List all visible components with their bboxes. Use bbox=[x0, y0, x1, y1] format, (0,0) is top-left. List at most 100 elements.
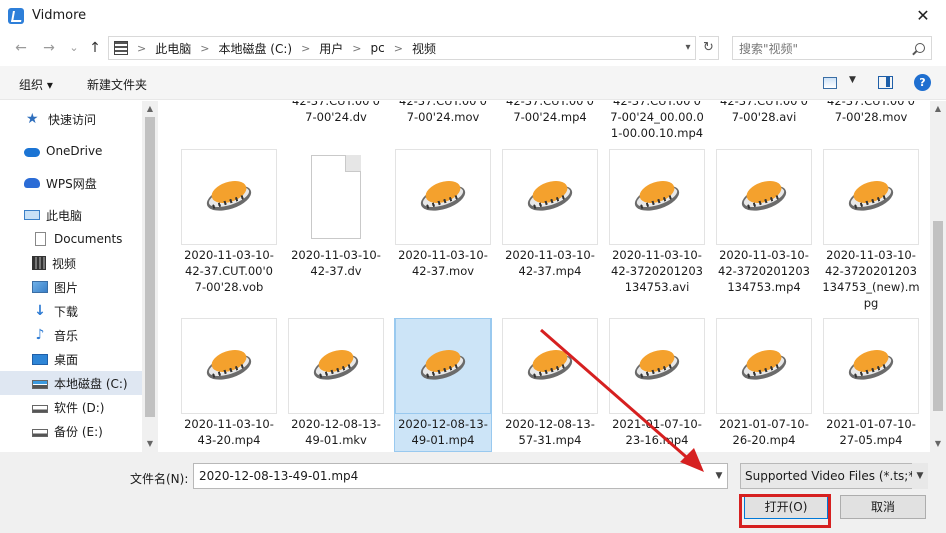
scroll-down-arrow-icon[interactable]: ▼ bbox=[142, 436, 158, 452]
file-item[interactable]: 2020-11-03-10- 42-3720201203 134753.mp4 bbox=[715, 149, 813, 300]
up-arrow-icon[interactable]: ↑ bbox=[86, 39, 104, 57]
file-name-label: 2020-11-03-10- 43-20.mp4 bbox=[184, 417, 274, 447]
new-folder-button[interactable]: 新建文件夹 bbox=[87, 76, 147, 93]
file-item[interactable]: 2020-11-03-10- 42-37.CUT.00'0 7-00'28.vo… bbox=[180, 149, 278, 300]
search-input[interactable]: 搜索"视频" bbox=[732, 36, 932, 60]
file-thumbnail bbox=[502, 149, 598, 245]
file-thumbnail bbox=[609, 149, 705, 245]
file-item[interactable]: 2020-12-08-13- 49-01.mkv bbox=[287, 318, 385, 452]
cancel-button[interactable]: 取消 bbox=[840, 495, 926, 519]
forward-arrow-icon[interactable]: → bbox=[40, 39, 58, 57]
scroll-up-arrow-icon[interactable]: ▲ bbox=[142, 101, 158, 117]
file-item[interactable]: 42-37.CUT.00'0 7-00'24.mp4 bbox=[501, 101, 599, 146]
organize-button[interactable]: 组织 ▾ bbox=[19, 76, 53, 93]
file-item[interactable]: 2020-11-03-10- 42-37.mp4 bbox=[501, 149, 599, 300]
sidebar-item-local-disk-c[interactable]: 本地磁盘 (C:) bbox=[0, 371, 142, 395]
file-thumbnail bbox=[823, 318, 919, 414]
sidebar-item-wps[interactable]: WPS网盘 bbox=[0, 171, 142, 195]
file-item[interactable]: 42-37.CUT.00'0 7-00'28.avi bbox=[715, 101, 813, 146]
sidebar-item-quick-access[interactable]: ★ 快速访问 bbox=[0, 107, 142, 131]
sidebar-item-label: OneDrive bbox=[46, 144, 103, 158]
file-thumbnail bbox=[823, 149, 919, 245]
file-name-label: 2020-11-03-10- 42-37.mov bbox=[398, 248, 488, 278]
file-name-label: 2020-11-03-10- 42-3720201203 134753_(new… bbox=[822, 248, 920, 310]
file-name-label: 42-37.CUT.00'0 7-00'28.avi bbox=[720, 101, 808, 124]
video-file-icon bbox=[631, 345, 683, 385]
desktop-icon bbox=[32, 353, 48, 365]
music-note-icon: ♪ bbox=[35, 327, 45, 343]
recent-locations-icon[interactable]: ⌄ bbox=[65, 39, 83, 57]
file-item[interactable]: 2020-11-03-10- 42-37.mov bbox=[394, 149, 492, 300]
sidebar-item-this-pc[interactable]: 此电脑 bbox=[0, 203, 142, 227]
breadcrumb-users[interactable]: 用户 bbox=[319, 40, 343, 57]
breadcrumb-separator: > bbox=[137, 41, 147, 55]
close-button[interactable]: ✕ bbox=[900, 0, 946, 31]
breadcrumb-videos[interactable]: 视频 bbox=[412, 40, 436, 57]
file-item[interactable]: 42-37.CUT.00'0 7-00'24.dv bbox=[287, 101, 385, 146]
view-dropdown-icon[interactable]: ▼ bbox=[849, 75, 856, 85]
file-item[interactable]: 42-37.CUT.00'0 7-00'28.mov bbox=[822, 101, 920, 146]
file-item[interactable]: 2020-11-03-10- 42-3720201203 134753_(new… bbox=[822, 149, 920, 310]
sidebar-item-documents[interactable]: Documents bbox=[0, 227, 142, 251]
document-icon bbox=[35, 232, 46, 246]
file-item[interactable]: 2020-11-03-10- 42-3720201203 134753.avi bbox=[608, 149, 706, 300]
scroll-up-arrow-icon[interactable]: ▲ bbox=[930, 101, 946, 117]
video-file-icon bbox=[417, 176, 469, 216]
film-icon bbox=[32, 256, 46, 270]
address-dropdown-icon[interactable]: ▾ bbox=[680, 36, 696, 60]
file-name-label: 2021-01-07-10- 27-05.mp4 bbox=[826, 417, 916, 447]
video-file-icon bbox=[203, 176, 255, 216]
file-name-label: 42-37.CUT.00'0 7-00'28.mov bbox=[827, 101, 915, 124]
file-item[interactable]: 2020-12-08-13- 49-01.mp4 bbox=[394, 318, 492, 452]
refresh-icon[interactable]: ↻ bbox=[699, 36, 719, 60]
sidebar-item-label: WPS网盘 bbox=[46, 176, 97, 191]
file-name-label: 2021-01-07-10- 26-20.mp4 bbox=[719, 417, 809, 447]
back-arrow-icon[interactable]: ← bbox=[12, 39, 30, 57]
file-item[interactable]: 2021-01-07-10- 23-16.mp4 bbox=[608, 318, 706, 452]
sidebar-scrollbar[interactable]: ▲ ▼ bbox=[142, 101, 158, 452]
sidebar-item-label: 备份 (E:) bbox=[54, 424, 103, 439]
sidebar-item-music[interactable]: ♪ 音乐 bbox=[0, 323, 142, 347]
breadcrumb-local-disk[interactable]: 本地磁盘 (C:) bbox=[218, 40, 292, 57]
preview-pane-icon[interactable] bbox=[878, 76, 893, 89]
filename-dropdown-icon[interactable]: ▼ bbox=[711, 463, 727, 489]
video-file-icon bbox=[524, 345, 576, 385]
file-item[interactable]: 42-37.CUT.00'0 7-00'24.mov bbox=[394, 101, 492, 146]
file-item[interactable]: 42-37.CUT.00'0 7-00'24_00.00.0 1-00.00.1… bbox=[608, 101, 706, 146]
breadcrumb-pc[interactable]: pc bbox=[371, 41, 385, 55]
file-item[interactable]: 2020-11-03-10- 42-37.dv bbox=[287, 149, 385, 300]
sidebar-item-label: 此电脑 bbox=[46, 208, 83, 223]
breadcrumb-this-pc[interactable]: 此电脑 bbox=[155, 40, 191, 57]
sidebar-item-videos[interactable]: 视频 bbox=[0, 251, 142, 275]
file-name-label: 2021-01-07-10- 23-16.mp4 bbox=[612, 417, 702, 447]
file-item[interactable]: 2020-12-08-13- 57-31.mp4 bbox=[501, 318, 599, 452]
file-list-scrollbar[interactable]: ▲ ▼ bbox=[930, 101, 946, 452]
video-file-icon bbox=[845, 176, 897, 216]
video-folder-icon bbox=[114, 41, 128, 55]
sidebar-item-downloads[interactable]: ↓ 下载 bbox=[0, 299, 142, 323]
download-icon: ↓ bbox=[34, 303, 46, 319]
video-file-icon bbox=[417, 345, 469, 385]
sidebar-item-onedrive[interactable]: OneDrive bbox=[0, 139, 142, 163]
sidebar-item-pictures[interactable]: 图片 bbox=[0, 275, 142, 299]
sidebar-item-drive-d[interactable]: 软件 (D:) bbox=[0, 395, 142, 419]
blank-file-icon bbox=[311, 155, 361, 239]
file-name-label: 2020-12-08-13- 49-01.mkv bbox=[291, 417, 381, 447]
address-bar[interactable]: > 此电脑 > 本地磁盘 (C:) > 用户 > pc > 视频 bbox=[108, 36, 696, 60]
video-file-icon bbox=[310, 345, 362, 385]
file-type-dropdown-icon[interactable]: ▼ bbox=[912, 463, 928, 489]
view-options-icon[interactable] bbox=[823, 77, 837, 89]
breadcrumb-separator: > bbox=[301, 41, 311, 55]
address-row: ← → ⌄ ↑ > 此电脑 > 本地磁盘 (C:) > 用户 > pc > 视频… bbox=[0, 31, 946, 65]
file-item[interactable]: 2020-11-03-10- 43-20.mp4 bbox=[180, 318, 278, 452]
sidebar-item-desktop[interactable]: 桌面 bbox=[0, 347, 142, 371]
filename-input[interactable]: 2020-12-08-13-49-01.mp4 bbox=[193, 463, 728, 489]
scroll-down-arrow-icon[interactable]: ▼ bbox=[930, 436, 946, 452]
file-item[interactable]: 2021-01-07-10- 26-20.mp4 bbox=[715, 318, 813, 452]
help-icon[interactable]: ? bbox=[914, 74, 931, 91]
sidebar-item-drive-e[interactable]: 备份 (E:) bbox=[0, 419, 142, 443]
file-list-scroll-thumb[interactable] bbox=[933, 221, 943, 411]
file-item[interactable]: 2021-01-07-10- 27-05.mp4 bbox=[822, 318, 920, 452]
file-type-select[interactable]: Supported Video Files (*.ts;* bbox=[740, 463, 928, 489]
sidebar-scroll-thumb[interactable] bbox=[145, 117, 155, 417]
